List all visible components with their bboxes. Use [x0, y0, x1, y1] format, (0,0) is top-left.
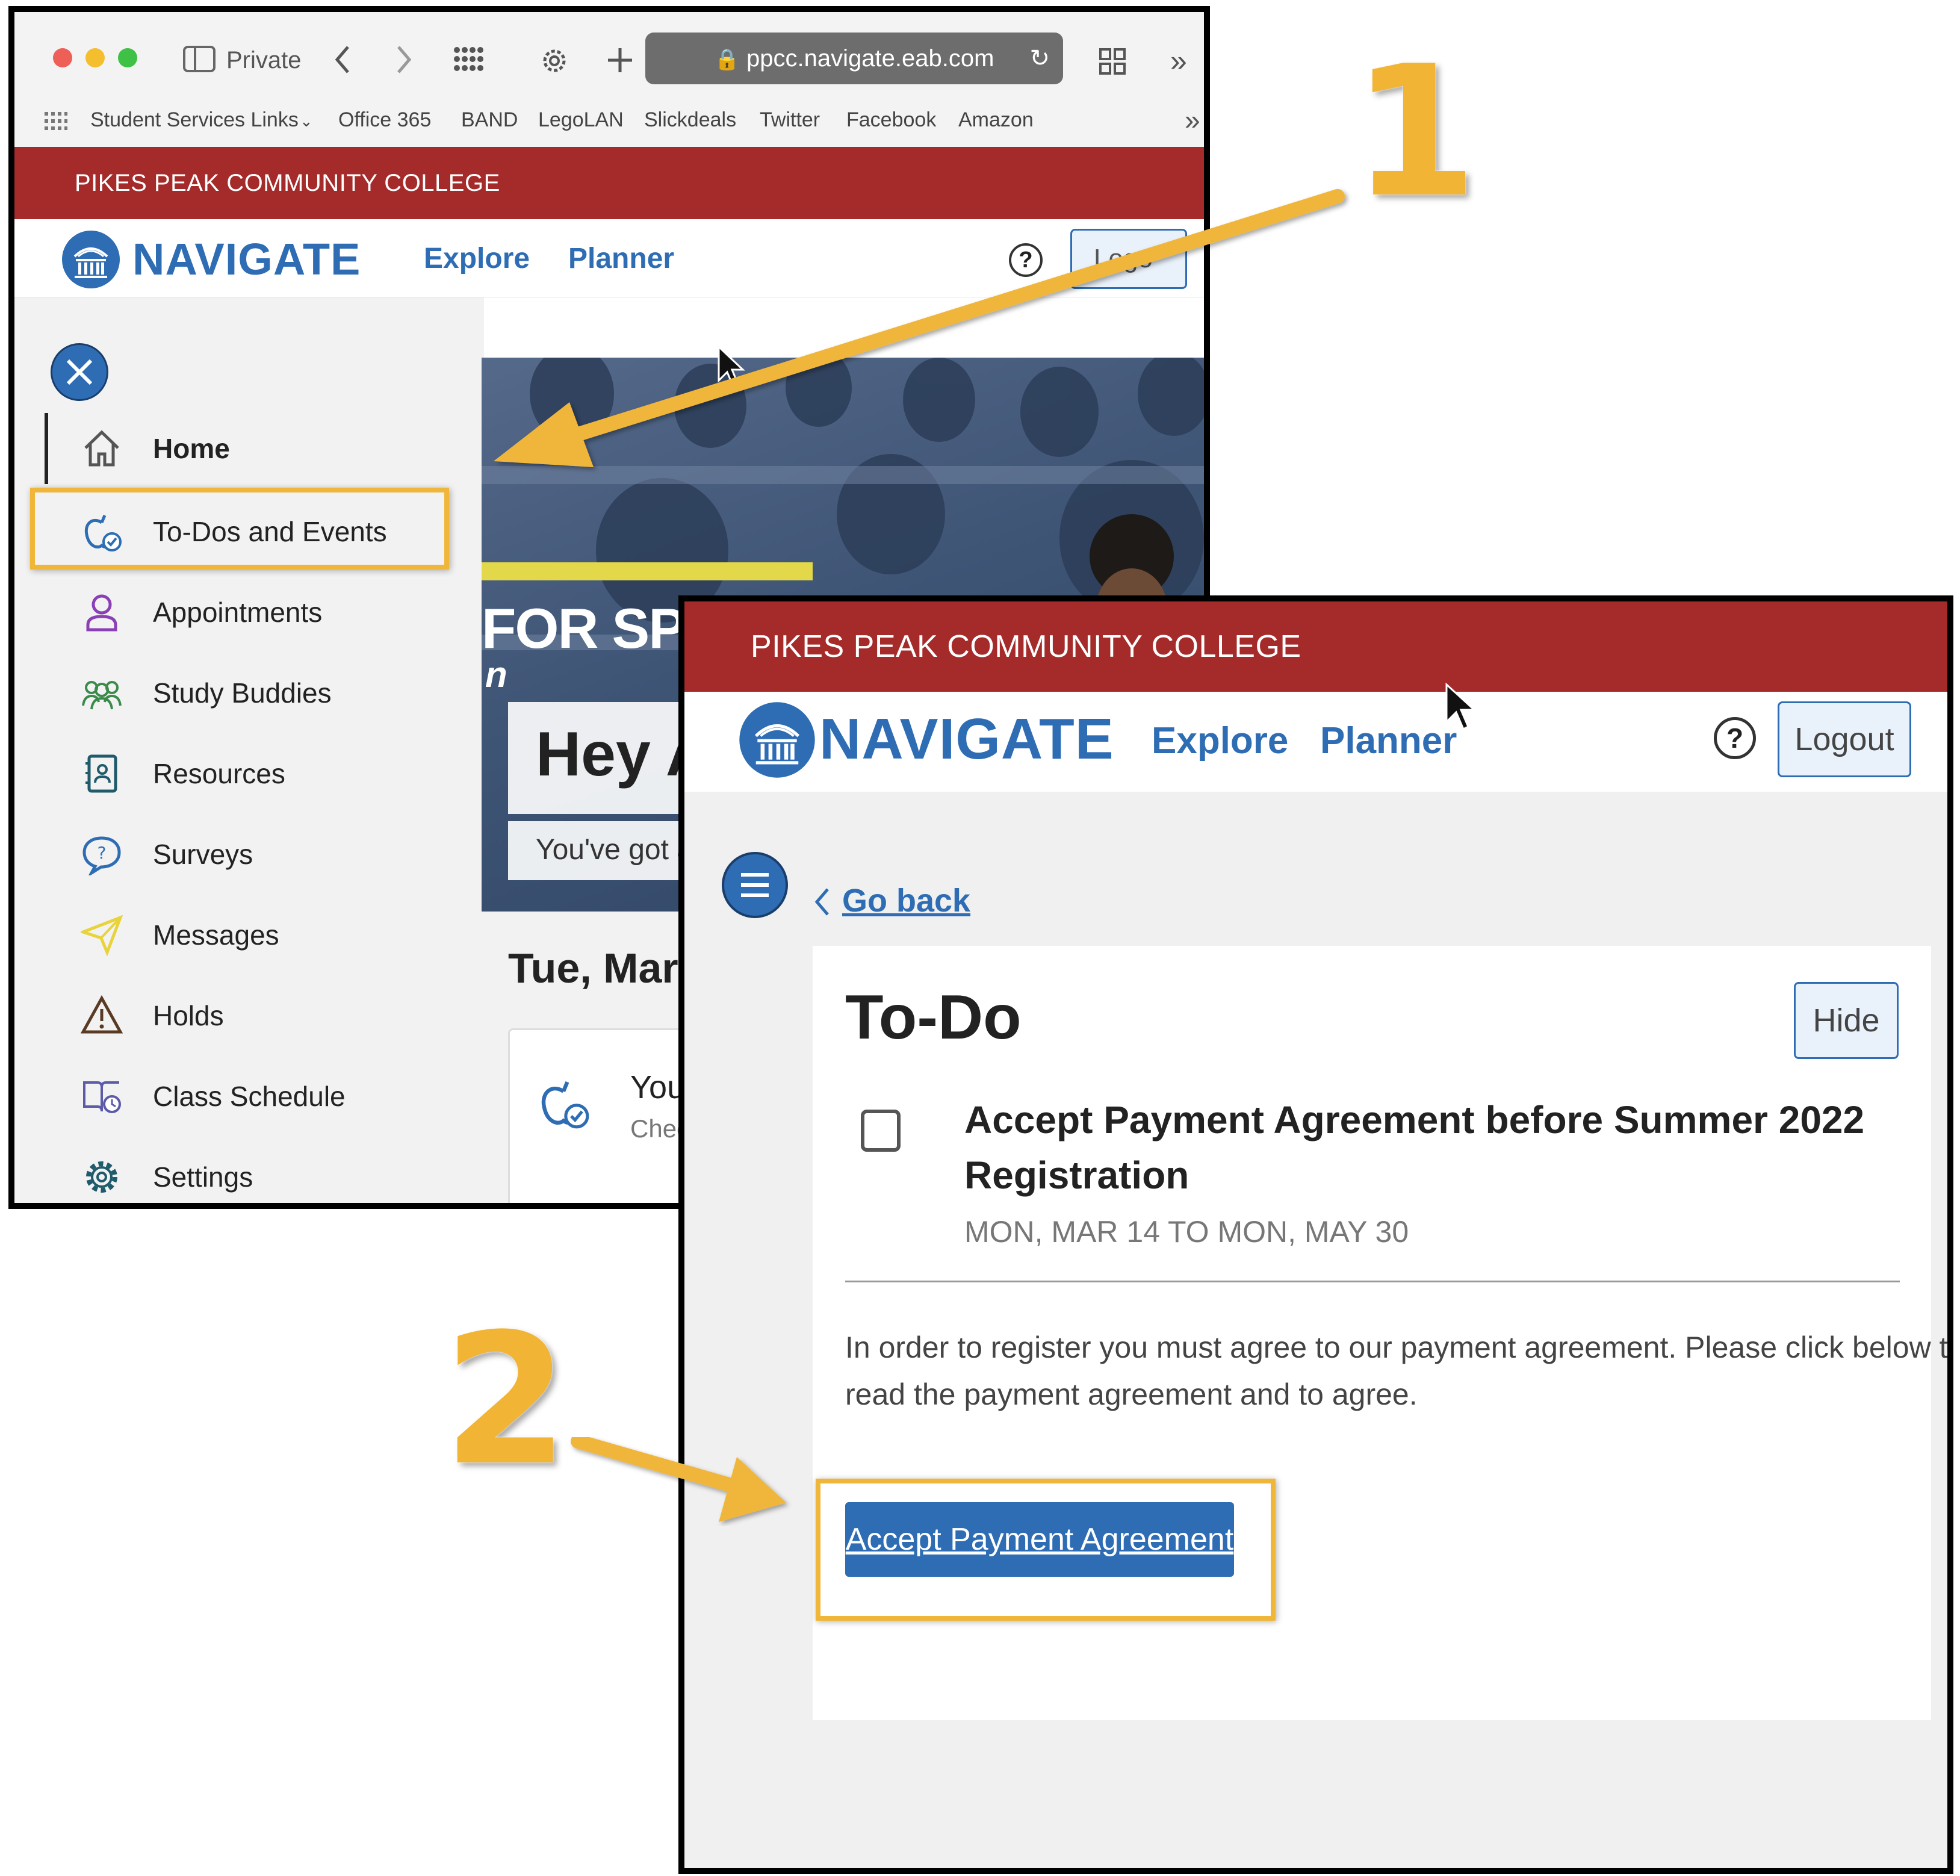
step-number-1: 1: [1352, 27, 1478, 237]
annotation-arrows: [494, 189, 1345, 1522]
arrow-step-2: [571, 1434, 786, 1522]
arrow-step-1: [494, 189, 1345, 467]
step-number-2: 2: [443, 1295, 569, 1505]
